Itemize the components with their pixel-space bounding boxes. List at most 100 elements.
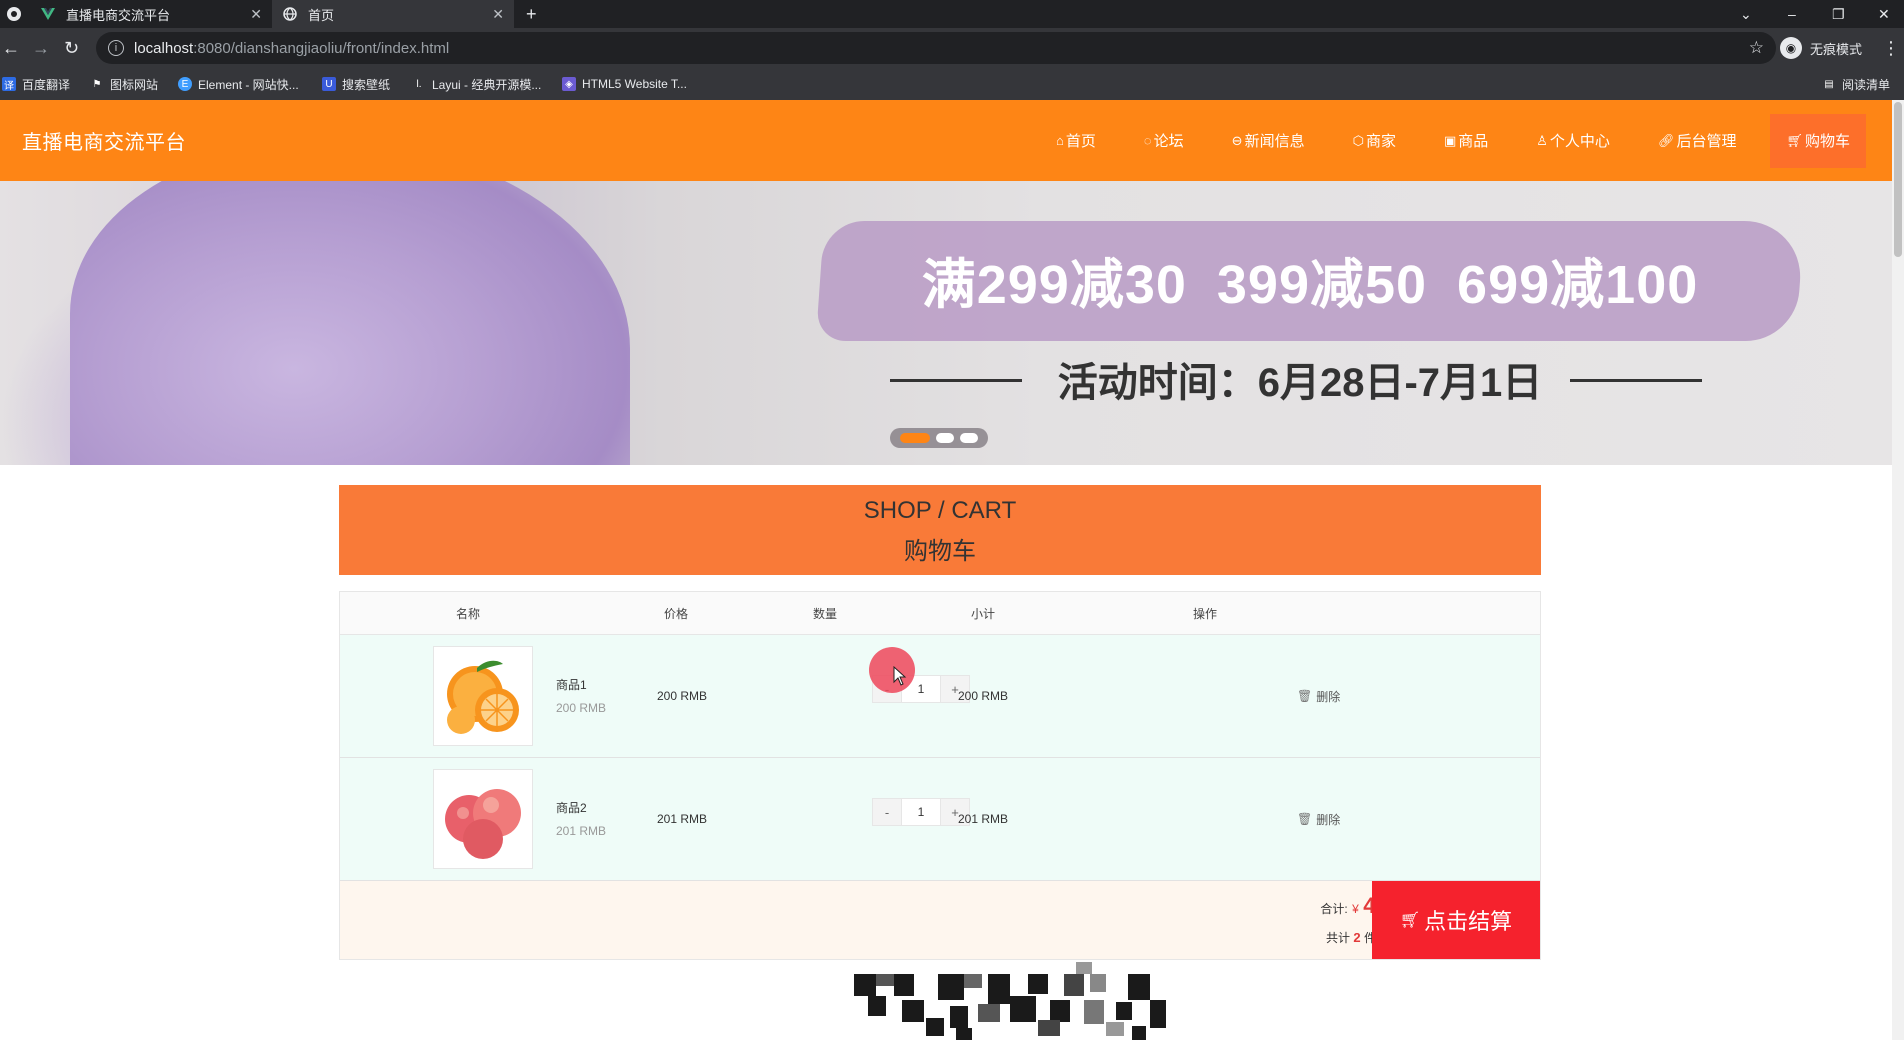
tab-search-icon[interactable]: ⌄ bbox=[1740, 0, 1752, 28]
chat-icon: ◌ bbox=[1143, 133, 1152, 148]
product-name[interactable]: 商品2 bbox=[556, 799, 587, 816]
menu-item-forum[interactable]: ◌ 论坛 bbox=[1144, 114, 1184, 168]
carousel-dot[interactable] bbox=[900, 433, 930, 443]
forward-icon[interactable]: → bbox=[32, 28, 50, 68]
incognito-profile[interactable]: ◉ 无痕模式 bbox=[1780, 32, 1862, 64]
carousel-indicators bbox=[890, 428, 988, 448]
product-price: 201 RMB bbox=[656, 812, 708, 826]
column-header: 数量 bbox=[812, 606, 837, 621]
wallpaper-icon: U bbox=[322, 77, 336, 91]
banner-divider bbox=[1570, 379, 1702, 382]
cart-title-cn: 购物车 bbox=[904, 538, 976, 565]
flag-icon: ⚑ bbox=[92, 78, 102, 90]
reload-icon[interactable]: ↻ bbox=[64, 28, 79, 68]
browser-tab-bar: 直播电商交流平台 ✕ 首页 ✕ + ⌄ – ❐ ✕ bbox=[0, 0, 1904, 28]
bookmark-item[interactable]: ◈ HTML5 Website T... bbox=[562, 68, 687, 100]
tab-title: 直播电商交流平台 bbox=[66, 7, 171, 23]
back-icon[interactable]: ← bbox=[2, 28, 20, 68]
url-host: localhost bbox=[134, 39, 194, 57]
column-header: 名称 bbox=[455, 606, 480, 621]
site-brand[interactable]: 直播电商交流平台 bbox=[22, 100, 186, 181]
tab-home[interactable]: 首页 ✕ bbox=[272, 0, 514, 28]
column-header: 价格 bbox=[663, 606, 688, 621]
carousel-dot[interactable] bbox=[960, 433, 978, 443]
trash-icon: 🗑︎ bbox=[1297, 812, 1313, 826]
translate-icon: 译 bbox=[2, 77, 16, 92]
close-icon[interactable]: ✕ bbox=[250, 6, 262, 23]
banner-period-text: 活动时间：6月28日-7月1日 bbox=[1057, 361, 1543, 405]
cart-icon: 🛒︎ bbox=[1399, 912, 1421, 929]
link-icon: 🔗︎ bbox=[1657, 132, 1675, 148]
carousel-dot[interactable] bbox=[936, 433, 954, 443]
news-icon: ⊖ bbox=[1231, 132, 1243, 148]
product-thumbnail-apple[interactable] bbox=[433, 769, 533, 869]
browser-toolbar: ← → ↻ i localhost:8080/dianshangjiaoliu/… bbox=[0, 28, 1904, 68]
vue-logo-icon bbox=[40, 6, 56, 22]
product-subtotal: 201 RMB bbox=[957, 812, 1009, 826]
html5-icon: ◈ bbox=[562, 77, 576, 91]
bookmark-item[interactable]: U 搜索壁纸 bbox=[322, 68, 390, 100]
browser-menu-icon[interactable] bbox=[6, 0, 22, 28]
table-row: 商品2 201 RMB 201 RMB - 1 + 201 RMB 🗑︎ 删除 bbox=[340, 758, 1540, 881]
cart-icon: 🛒︎ bbox=[1786, 132, 1803, 148]
trash-icon: 🗑︎ bbox=[1297, 689, 1313, 703]
product-thumbnail-orange[interactable] bbox=[433, 646, 533, 746]
pixelated-qr-code bbox=[838, 960, 1190, 1040]
bookmark-item[interactable]: 译百度翻译 bbox=[2, 68, 70, 100]
cart-title-en: SHOP / CART bbox=[863, 497, 1017, 524]
tab-title: 首页 bbox=[308, 7, 335, 23]
tab-platform[interactable]: 直播电商交流平台 ✕ bbox=[30, 0, 272, 28]
item-count: 2 bbox=[1353, 930, 1361, 945]
restore-icon[interactable]: ❐ bbox=[1832, 0, 1845, 28]
element-logo-icon: E bbox=[178, 77, 192, 91]
delete-button[interactable]: 🗑︎ 删除 bbox=[1297, 635, 1340, 757]
address-bar[interactable]: i localhost:8080/dianshangjiaoliu/front/… bbox=[96, 32, 1776, 64]
menu-item-home[interactable]: ⌂ 首页 bbox=[1056, 114, 1096, 168]
product-subtotal: 200 RMB bbox=[957, 689, 1009, 703]
cart-table-header: 名称 价格 数量 小计 操作 bbox=[340, 592, 1540, 635]
bookmark-item[interactable]: l. Layui - 经典开源模... bbox=[412, 68, 542, 100]
bookmark-item[interactable]: E Element - 网站快... bbox=[178, 68, 299, 100]
menu-item-cart[interactable]: 🛒︎ 购物车 bbox=[1770, 113, 1866, 168]
cart-summary-bar: 合计: ¥ 401 共计 2 件商品 🛒︎ 点击结算 bbox=[340, 881, 1540, 959]
minimize-icon[interactable]: – bbox=[1788, 0, 1796, 28]
new-tab-icon[interactable]: + bbox=[526, 0, 537, 28]
delete-button[interactable]: 🗑︎ 删除 bbox=[1297, 758, 1340, 880]
window-close-icon[interactable]: ✕ bbox=[1878, 0, 1890, 28]
layui-logo-icon: l. bbox=[416, 78, 422, 90]
menu-item-admin[interactable]: 🔗︎ 后台管理 bbox=[1658, 114, 1737, 168]
globe-icon bbox=[282, 6, 298, 22]
profile-label: 无痕模式 bbox=[1810, 41, 1863, 57]
browser-more-icon[interactable]: ⋮ bbox=[1882, 28, 1900, 68]
goods-icon: ▣ bbox=[1443, 132, 1457, 148]
click-indicator bbox=[869, 647, 915, 693]
user-icon: ♙ bbox=[1536, 132, 1548, 148]
promo-banner-carousel[interactable]: 满299减30 399减50 699减100 活动时间：6月28日-7月1日 bbox=[0, 181, 1892, 465]
site-info-icon[interactable]: i bbox=[108, 40, 124, 56]
scrollbar-thumb[interactable] bbox=[1894, 102, 1902, 257]
bookmark-item[interactable]: ⚑ 图标网站 bbox=[90, 68, 159, 100]
main-menu: ⌂ 首页 ◌ 论坛 ⊖ 新闻信息 ⬡ 商家 ▣ 商品 ♙ 个人中心 🔗︎ 后台管理 🛒︎ 购物车 bbox=[1008, 100, 1892, 181]
web-page: 直播电商交流平台 ⌂ 首页 ◌ 论坛 ⊖ 新闻信息 ⬡ 商家 ▣ 商品 ♙ 个人中心 🔗︎ 后… bbox=[0, 100, 1892, 1040]
menu-item-merchant[interactable]: ⬡ 商家 bbox=[1353, 114, 1396, 168]
checkout-button[interactable]: 🛒︎ 点击结算 bbox=[1372, 881, 1540, 959]
menu-item-news[interactable]: ⊖ 新闻信息 bbox=[1232, 114, 1305, 168]
product-price: 200 RMB bbox=[656, 689, 708, 703]
total-label: 合计: bbox=[1320, 902, 1348, 916]
column-header: 操作 bbox=[1192, 606, 1217, 621]
reading-list[interactable]: ▤ 阅读清单 bbox=[1822, 68, 1890, 100]
banner-promo-text: 满299减30 399减50 699减100 bbox=[921, 254, 1699, 315]
reading-list-icon: ▤ bbox=[1824, 78, 1834, 90]
product-name[interactable]: 商品1 bbox=[556, 676, 587, 693]
banner-divider bbox=[890, 379, 1022, 382]
shield-icon: ⬡ bbox=[1352, 132, 1364, 148]
bookmark-star-icon[interactable]: ☆ bbox=[1749, 38, 1764, 58]
cart-title-block: SHOP / CART 购物车 bbox=[339, 485, 1541, 575]
mouse-cursor-icon bbox=[893, 666, 907, 686]
menu-item-goods[interactable]: ▣ 商品 bbox=[1444, 114, 1488, 168]
menu-item-profile[interactable]: ♙ 个人中心 bbox=[1536, 114, 1610, 168]
table-row: 商品1 200 RMB 200 RMB - 1 + 200 RMB 🗑︎ 删除 bbox=[340, 635, 1540, 758]
close-icon[interactable]: ✕ bbox=[492, 6, 504, 23]
column-header: 小计 bbox=[970, 606, 995, 621]
banner-dress-image bbox=[70, 181, 630, 465]
